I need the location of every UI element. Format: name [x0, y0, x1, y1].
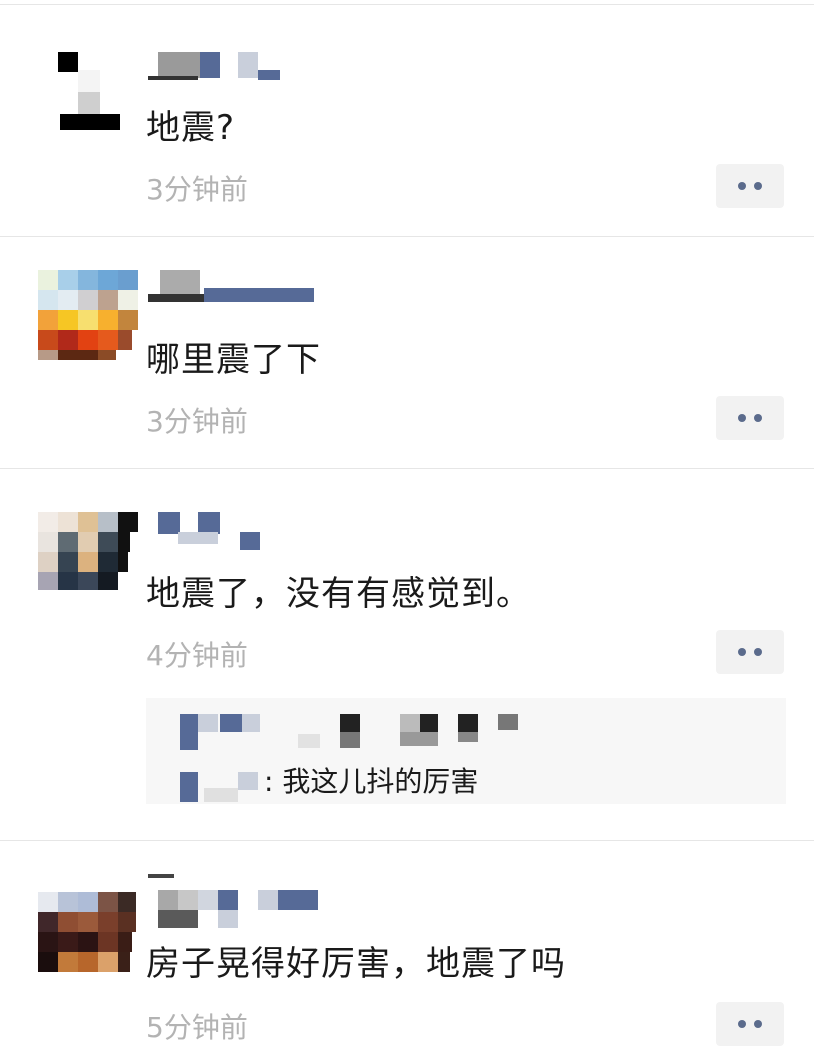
more-dots-icon — [738, 414, 746, 422]
comment-text: 哪里震了下 — [146, 340, 321, 380]
more-button[interactable] — [716, 1002, 784, 1046]
comment-item: 地震? 3分钟前 — [0, 0, 814, 236]
comment-text: 地震了，没有有感觉到。 — [146, 574, 531, 614]
comment-text: 地震? — [146, 108, 236, 148]
username-blurred[interactable] — [148, 512, 328, 550]
comment-time: 3分钟前 — [146, 405, 248, 438]
more-button[interactable] — [716, 630, 784, 674]
comment-time: 3分钟前 — [146, 173, 248, 206]
more-dots-icon — [738, 648, 746, 656]
more-button[interactable] — [716, 164, 784, 208]
reply-preview[interactable]: : 我这儿抖的厉害 — [146, 698, 786, 804]
more-dots-icon — [738, 182, 746, 190]
comment-time: 5分钟前 — [146, 1011, 248, 1044]
comment-text: 房子晃得好厉害，地震了吗 — [146, 944, 566, 984]
avatar[interactable] — [38, 48, 140, 138]
reply-text: : 我这儿抖的厉害 — [264, 765, 479, 798]
username-blurred[interactable] — [148, 874, 328, 928]
more-button[interactable] — [716, 396, 784, 440]
avatar[interactable] — [38, 892, 140, 982]
more-dots-icon — [738, 1020, 746, 1028]
username-blurred[interactable] — [148, 50, 328, 86]
comment-time: 4分钟前 — [146, 639, 248, 672]
comment-item: 哪里震了下 3分钟前 — [0, 236, 814, 468]
username-blurred[interactable] — [148, 270, 328, 306]
avatar[interactable] — [38, 512, 140, 602]
avatar[interactable] — [38, 270, 140, 360]
comment-item: 房子晃得好厉害，地震了吗 5分钟前 — [0, 840, 814, 1061]
